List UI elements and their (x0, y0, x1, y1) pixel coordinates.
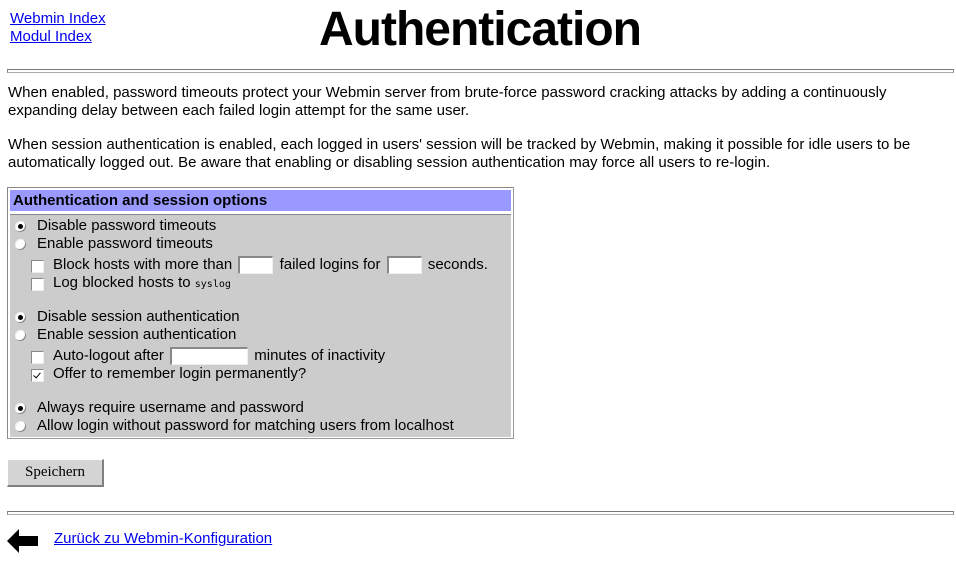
enable-password-timeouts-radio[interactable] (15, 239, 26, 250)
block-hosts-checkbox[interactable] (31, 260, 44, 273)
auto-logout-minutes-input[interactable] (170, 347, 249, 365)
block-hosts-suffix: seconds. (427, 256, 488, 273)
intro-password-timeouts: When enabled, password timeouts protect … (8, 84, 887, 119)
disable-session-auth-radio[interactable] (15, 312, 26, 323)
log-target: syslog (194, 279, 231, 290)
enable-password-timeouts-label[interactable]: Enable password timeouts (37, 235, 213, 253)
left-arrow-icon[interactable] (7, 529, 39, 553)
log-blocked-checkbox[interactable] (31, 278, 44, 291)
auto-logout-suffix: minutes of inactivity (254, 347, 386, 364)
remember-login-label: Offer to remember login permanently? (53, 365, 307, 382)
bottom-divider (7, 511, 954, 515)
disable-password-timeouts-radio[interactable] (15, 221, 26, 232)
disable-password-timeouts-label[interactable]: Disable password timeouts (37, 217, 216, 235)
block-hosts-prefix: Block hosts with more than (53, 256, 233, 273)
always-require-password-radio[interactable] (15, 403, 26, 414)
auth-options-table: Authentication and session options Disab… (7, 187, 514, 439)
intro-session-auth: When session authentication is enabled, … (8, 136, 911, 171)
allow-localhost-login-radio[interactable] (15, 421, 26, 432)
remember-login-checkbox[interactable] (31, 369, 44, 382)
auto-logout-option: Auto-logout after minutes of inactivity (53, 347, 385, 365)
block-hosts-option: Block hosts with more than failed logins… (53, 256, 488, 274)
save-button[interactable]: Speichern (7, 459, 104, 487)
options-table-header: Authentication and session options (10, 190, 511, 212)
block-hosts-middle: failed logins for (279, 256, 381, 273)
top-divider (7, 69, 954, 73)
enable-session-auth-label[interactable]: Enable session authentication (37, 326, 236, 344)
always-require-password-label[interactable]: Always require username and password (37, 399, 304, 417)
failed-logins-count-input[interactable] (238, 256, 274, 274)
page-title: Authentication (319, 3, 642, 56)
options-table-body: Disable password timeouts Enable passwor… (10, 214, 511, 437)
auto-logout-checkbox[interactable] (31, 351, 44, 364)
log-blocked-option: Log blocked hosts to syslog (53, 274, 231, 294)
disable-session-auth-label[interactable]: Disable session authentication (37, 308, 240, 326)
auto-logout-prefix: Auto-logout after (53, 347, 164, 364)
log-blocked-label: Log blocked hosts to (53, 274, 191, 291)
allow-localhost-login-label[interactable]: Allow login without password for matchin… (37, 417, 454, 435)
back-to-webmin-config-link[interactable]: Zurück zu Webmin-Konfiguration (54, 530, 272, 547)
enable-session-auth-radio[interactable] (15, 330, 26, 341)
block-seconds-input[interactable] (386, 256, 422, 274)
